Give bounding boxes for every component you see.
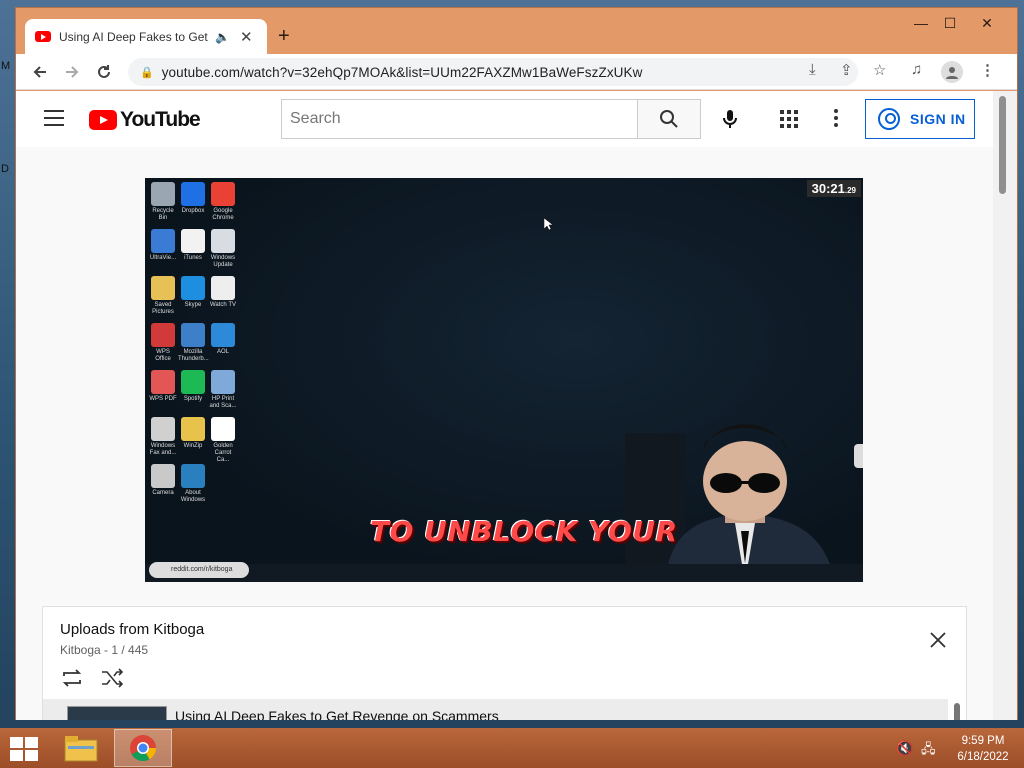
playlist-subtitle: Kitboga - 1 / 445: [60, 643, 149, 657]
search-button[interactable]: [637, 99, 701, 139]
search-icon: [660, 110, 678, 128]
chrome-icon[interactable]: [114, 729, 172, 767]
profile-icon[interactable]: [941, 61, 963, 83]
mouse-cursor-icon: [544, 218, 552, 230]
video-desktop-icon: WinZip: [178, 417, 208, 450]
share-icon[interactable]: ⇪: [840, 61, 853, 79]
close-window-button[interactable]: ✕: [970, 10, 1004, 36]
video-desktop-icon: Windows Fax and...: [148, 417, 178, 457]
playlist-title: Uploads from Kitboga: [60, 621, 205, 638]
playlist-item-thumbnail[interactable]: [67, 706, 167, 720]
clock-date: 6/18/2022: [957, 751, 1009, 763]
volume-muted-icon[interactable]: 🔇: [896, 740, 913, 757]
video-desktop-icon: Saved Pictures: [148, 276, 178, 316]
browser-toolbar: 🔒 youtube.com/watch?v=32ehQp7MOAk&list=U…: [16, 54, 1017, 90]
playlist-panel: Uploads from Kitboga Kitboga - 1 / 445 U…: [42, 606, 967, 720]
video-desktop-icon: UltraVie...: [148, 229, 178, 262]
lock-icon[interactable]: 🔒: [140, 66, 154, 79]
desktop-edge-letter: M: [1, 60, 11, 72]
side-handle[interactable]: [854, 444, 863, 468]
file-explorer-icon[interactable]: [60, 731, 102, 765]
youtube-page: YouTube SIGN IN Recycle BinDropboxGoogle…: [16, 91, 993, 720]
reddit-watermark: reddit.com/r/kitboga: [149, 562, 249, 578]
forward-icon[interactable]: [61, 61, 83, 83]
browser-window: — ☐ ✕ Using AI Deep Fakes to Get Re 🔈 ✕ …: [15, 7, 1018, 720]
media-icon[interactable]: ♫: [911, 61, 922, 78]
tab-close-icon[interactable]: ✕: [240, 28, 253, 46]
streamer-figure: [625, 424, 835, 582]
address-bar[interactable]: 🔒 youtube.com/watch?v=32ehQp7MOAk&list=U…: [128, 58, 858, 86]
video-desktop-icon: About Windows: [178, 464, 208, 504]
windows-start-icon[interactable]: [10, 737, 38, 761]
page-scrollbar[interactable]: [993, 91, 1017, 720]
tab-title: Using AI Deep Fakes to Get Re: [59, 29, 209, 44]
search-field[interactable]: [281, 99, 638, 139]
star-icon[interactable]: ☆: [873, 61, 886, 79]
speaker-icon[interactable]: 🔈: [215, 30, 230, 44]
youtube-masthead: YouTube SIGN IN: [16, 91, 993, 147]
video-caption: TO UNBLOCK YOUR: [370, 515, 678, 548]
maximize-button[interactable]: ☐: [933, 10, 967, 36]
video-desktop-icon: HP Print and Sca...: [208, 370, 238, 410]
youtube-wordmark: YouTube: [120, 108, 201, 131]
video-desktop-icon: Google Chrome: [208, 182, 238, 222]
user-icon: [878, 108, 900, 130]
shuffle-icon[interactable]: [100, 668, 124, 694]
video-desktop-icon: Camera: [148, 464, 178, 497]
playlist-item[interactable]: Using AI Deep Fakes to Get Revenge on Sc…: [43, 699, 948, 720]
reload-icon[interactable]: [93, 61, 115, 83]
page-scroll-thumb[interactable]: [999, 96, 1006, 194]
video-desktop-icon: Golden Carrot Ca...: [208, 417, 238, 464]
menu-icon[interactable]: ⋮: [980, 61, 995, 79]
loop-icon[interactable]: [60, 668, 84, 694]
video-timer: 30:21.29: [806, 180, 861, 197]
microphone-icon[interactable]: [718, 107, 742, 131]
hamburger-menu-icon[interactable]: [44, 110, 64, 131]
video-desktop-icon: Mozilla Thunderb...: [178, 323, 209, 363]
video-desktop-icon: Recycle Bin: [148, 182, 178, 222]
video-desktop-icon: Dropbox: [178, 182, 208, 215]
desktop-edge-letter: D: [1, 163, 9, 175]
close-icon[interactable]: [929, 629, 947, 655]
sign-in-label: SIGN IN: [910, 111, 966, 127]
video-desktop-icon: WPS PDF: [148, 370, 178, 403]
video-desktop-icon: Windows Update: [208, 229, 238, 269]
video-desktop-icon: WPS Office: [148, 323, 178, 363]
youtube-favicon-icon: [35, 31, 51, 42]
video-desktop-icon: AOL: [208, 323, 238, 356]
video-inner-taskbar: [145, 564, 863, 582]
video-desktop-icon: Watch TV: [208, 276, 238, 309]
back-icon[interactable]: [29, 61, 51, 83]
network-icon[interactable]: 🖧: [921, 740, 936, 762]
video-desktop-icon: Spotify: [178, 370, 208, 403]
video-desktop-icon: iTunes: [178, 229, 208, 262]
install-icon[interactable]: ⤓: [809, 61, 816, 78]
playlist-scrollbar[interactable]: [954, 703, 960, 720]
video-desktop-icon: Skype: [178, 276, 208, 309]
windows-taskbar: 🔇 🖧 9:59 PM 6/18/2022: [0, 728, 1024, 768]
playlist-item-title[interactable]: Using AI Deep Fakes to Get Revenge on Sc…: [175, 708, 499, 720]
apps-grid-icon[interactable]: [780, 110, 798, 128]
video-player[interactable]: Recycle Bin Dropbox Google Chrome UltraVie.…: [145, 178, 863, 582]
sign-in-button[interactable]: SIGN IN: [865, 99, 975, 139]
new-tab-button[interactable]: +: [278, 25, 290, 48]
settings-menu-icon[interactable]: [834, 109, 838, 130]
search-input[interactable]: [290, 110, 638, 128]
youtube-logo[interactable]: YouTube: [89, 108, 201, 132]
youtube-play-icon: [89, 110, 117, 130]
playlist-position: 1 / 445: [111, 643, 149, 657]
system-clock[interactable]: 9:59 PM 6/18/2022: [948, 733, 1018, 765]
url-text: youtube.com/watch?v=32ehQp7MOAk&list=UUm…: [161, 64, 643, 80]
clock-time: 9:59 PM: [961, 735, 1005, 747]
playlist-channel[interactable]: Kitboga: [60, 643, 101, 657]
browser-tab[interactable]: Using AI Deep Fakes to Get Re 🔈 ✕: [25, 19, 267, 54]
